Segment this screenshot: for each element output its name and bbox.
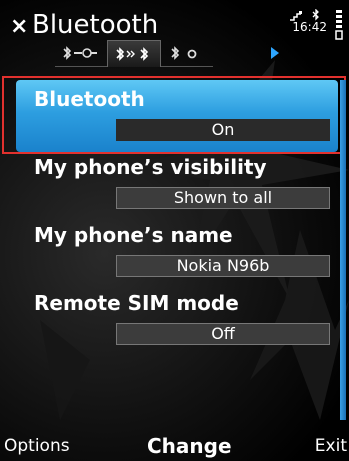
options-softkey[interactable]: Options: [4, 436, 70, 456]
close-icon[interactable]: ×: [10, 16, 28, 38]
tab-bluetooth-devices[interactable]: [107, 40, 161, 67]
bluetooth-devices-icon: [116, 47, 149, 61]
scrollbar[interactable]: [340, 80, 346, 420]
tab-bluetooth-status[interactable]: [161, 40, 213, 67]
setting-value[interactable]: Shown to all: [116, 187, 330, 209]
setting-remote-sim[interactable]: Remote SIM mode Off: [16, 284, 338, 356]
scroll-thumb[interactable]: [340, 80, 346, 420]
setting-value[interactable]: On: [116, 119, 330, 141]
clock: 16:42: [292, 20, 327, 34]
chevron-right-icon[interactable]: [271, 47, 279, 59]
battery-icon: [335, 10, 343, 40]
setting-label: My phone’s visibility: [34, 155, 267, 179]
setting-bluetooth[interactable]: Bluetooth On: [2, 76, 346, 154]
tab-bar: [55, 40, 213, 68]
setting-phone-name[interactable]: My phone’s name Nokia N96b: [16, 216, 338, 288]
setting-label: Remote SIM mode: [34, 291, 239, 315]
setting-value[interactable]: Off: [116, 323, 330, 345]
change-softkey[interactable]: Change: [147, 434, 232, 458]
exit-softkey[interactable]: Exit: [315, 436, 347, 456]
setting-visibility[interactable]: My phone’s visibility Shown to all: [16, 148, 338, 220]
title-bar: × Bluetooth 16:42: [0, 0, 349, 76]
setting-label: My phone’s name: [34, 223, 233, 247]
softkey-bar: Options Change Exit: [0, 432, 349, 461]
bluetooth-status-icon: [171, 46, 197, 60]
screen: × Bluetooth 16:42 Bluetooth On My phone’…: [0, 0, 349, 461]
bluetooth-settings-icon: [63, 46, 97, 60]
setting-value[interactable]: Nokia N96b: [116, 255, 330, 277]
setting-label: Bluetooth: [34, 87, 145, 111]
page-title: Bluetooth: [32, 10, 159, 40]
tab-bluetooth-settings[interactable]: [55, 40, 107, 67]
status-bar: 16:42: [253, 6, 343, 42]
